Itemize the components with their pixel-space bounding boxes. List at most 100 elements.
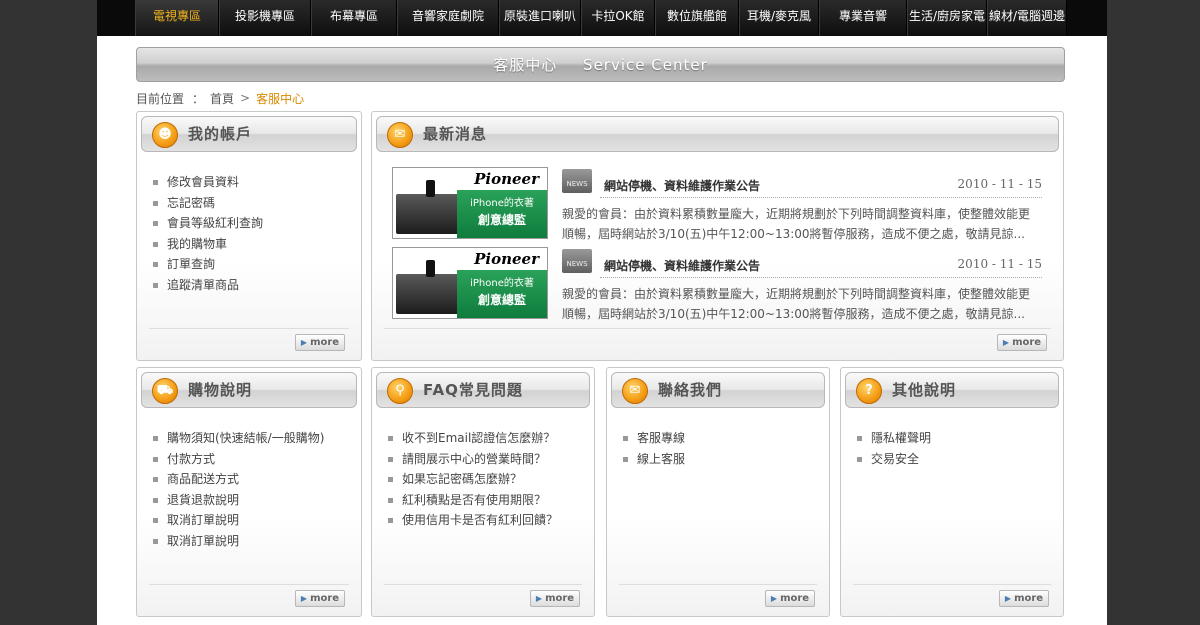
nav-item[interactable]: 原裝進口喇叭 [499,0,581,36]
faq-item-email[interactable]: 收不到Email認證信怎麼辦？ [386,428,558,449]
other-panel-title: 其他說明 [892,381,957,399]
contact-more-button[interactable]: ▶ more [765,590,815,607]
shopping-more-button[interactable]: ▶ more [295,590,345,607]
arrow-right-icon: ▶ [1004,594,1012,603]
other-item-privacy[interactable]: 隱私權聲明 [855,428,931,449]
nav-item[interactable]: 音響家庭劇院 [397,0,499,36]
shopping-item-refund[interactable]: 退貨退款說明 [151,490,324,511]
news-badge-icon: NEWS [562,249,592,273]
shopping-item-cancel-order-2[interactable]: 取消訂單說明 [151,531,324,552]
account-more-button[interactable]: ▶ more [295,334,345,351]
panel-divider [384,328,1051,329]
account-item-forgot-password[interactable]: 忘記密碼 [151,193,263,214]
news-thumbnail[interactable]: Pioneer iPhone的衣著 創意總監 [392,167,548,239]
more-label: more [545,593,575,604]
account-panel-header: ☻ 我的帳戶 [141,116,357,152]
breadcrumb-current: 客服中心 [256,91,305,106]
arrow-right-icon: ▶ [535,594,543,603]
other-panel: ? 其他說明 隱私權聲明 交易安全 ▶ more [840,367,1064,617]
news-badge-icon: NEWS [562,169,592,193]
faq-panel-header: ⚲ FAQ常見問題 [376,372,590,408]
magnifier-icon: ⚲ [387,378,413,404]
faq-more-button[interactable]: ▶ more [530,590,580,607]
faq-item-bonus-expiry[interactable]: 紅利積點是否有使用期限？ [386,490,558,511]
faq-panel: ⚲ FAQ常見問題 收不到Email認證信怎麼辦？ 請問展示中心的營業時間？ 如… [371,367,595,617]
page: 電視專區 投影機專區 布幕專區 音響家庭劇院 原裝進口喇叭 卡拉OK館 數位旗艦館 耳機/麥克… [97,0,1107,625]
shopping-item-payment[interactable]: 付款方式 [151,449,324,470]
account-item-member-level[interactable]: 會員等級紅利查詢 [151,213,263,234]
shopping-list: 購物須知(快速結帳/一般購物) 付款方式 商品配送方式 退貨退款說明 取消訂單說… [151,428,324,551]
top-nav: 電視專區 投影機專區 布幕專區 音響家庭劇院 原裝進口喇叭 卡拉OK館 數位旗艦館 耳機/麥克… [97,0,1107,36]
speaker-dock-image [396,274,466,314]
news-panel: ✉ 最新消息 Pioneer iPhone的衣著 創意總監 NEWS 網站停機、… [371,111,1064,361]
news-body: 親愛的會員：由於資料累積數量龐大，近期將規劃於下列時間調整資料庫，使整體效能更順… [562,207,1031,241]
nav-item[interactable]: 卡拉OK館 [581,0,655,36]
news-date: 2010 - 11 - 15 [957,177,1042,191]
shopping-item-cancel-order[interactable]: 取消訂單說明 [151,510,324,531]
account-item-cart[interactable]: 我的購物車 [151,234,263,255]
news-panel-title: 最新消息 [423,125,488,143]
news-item[interactable]: Pioneer iPhone的衣著 創意總監 NEWS 網站停機、資料維護作業公… [392,167,1042,241]
user-icon: ☻ [152,122,178,148]
faq-panel-title: FAQ常見問題 [423,381,523,399]
nav-item[interactable]: 生活/廚房家電 [907,0,987,36]
promo-label: iPhone的衣著 創意總監 [457,270,547,318]
news-date: 2010 - 11 - 15 [957,257,1042,271]
more-label: more [780,593,810,604]
account-item-order-query[interactable]: 訂單查詢 [151,254,263,275]
contact-panel: ✉ 聯絡我們 客服專線 線上客服 ▶ more [606,367,830,617]
other-item-security[interactable]: 交易安全 [855,449,931,470]
nav-item[interactable]: 數位旗艦館 [655,0,739,36]
news-body: 親愛的會員：由於資料累積數量龐大，近期將規劃於下列時間調整資料庫，使整體效能更順… [562,287,1031,321]
other-list: 隱私權聲明 交易安全 [855,428,931,469]
contact-item-hotline[interactable]: 客服專線 [621,428,685,449]
contact-panel-title: 聯絡我們 [658,381,723,399]
account-panel: ☻ 我的帳戶 修改會員資料 忘記密碼 會員等級紅利查詢 我的購物車 訂單查詢 追… [136,111,362,361]
pioneer-logo: Pioneer [474,170,539,188]
faq-item-password[interactable]: 如果忘記密碼怎麼辦？ [386,469,558,490]
news-thumbnail[interactable]: Pioneer iPhone的衣著 創意總監 [392,247,548,319]
breadcrumb-label: 目前位置 [136,91,185,106]
news-more-button[interactable]: ▶ more [997,334,1047,351]
shopping-item-notice[interactable]: 購物須知(快速結帳/一般購物) [151,428,324,449]
contact-panel-header: ✉ 聯絡我們 [611,372,825,408]
nav-item[interactable]: 投影機專區 [219,0,311,36]
news-title[interactable]: 網站停機、資料維護作業公告 [604,177,760,194]
service-center-banner: 客服中心 Service Center [136,47,1065,82]
other-panel-header: ? 其他說明 [845,372,1059,408]
breadcrumb: 目前位置 ： 首頁 > 客服中心 [136,89,304,107]
nav-item[interactable]: 線材/電腦週邊 [987,0,1067,36]
news-item[interactable]: Pioneer iPhone的衣著 創意總監 NEWS 網站停機、資料維護作業公… [392,247,1042,321]
shopping-panel-title: 購物說明 [188,381,253,399]
contact-list: 客服專線 線上客服 [621,428,685,469]
account-item-watchlist[interactable]: 追蹤清單商品 [151,275,263,296]
nav-item[interactable]: 電視專區 [135,0,219,36]
account-panel-title: 我的帳戶 [188,125,253,143]
shopping-item-delivery[interactable]: 商品配送方式 [151,469,324,490]
breadcrumb-home-link[interactable]: 首頁 [210,90,234,107]
other-more-button[interactable]: ▶ more [999,590,1049,607]
contact-item-online[interactable]: 線上客服 [621,449,685,470]
speaker-dock-image [396,194,466,234]
question-icon: ? [856,378,882,404]
arrow-right-icon: ▶ [300,338,308,347]
faq-list: 收不到Email認證信怎麼辦？ 請問展示中心的營業時間？ 如果忘記密碼怎麼辦？ … [386,428,558,531]
panel-divider [384,584,582,585]
faq-item-hours[interactable]: 請問展示中心的營業時間？ [386,449,558,470]
panel-divider [149,328,349,329]
account-item-edit-profile[interactable]: 修改會員資料 [151,172,263,193]
promo-line-1: iPhone的衣著 [470,278,534,289]
iphone-image [426,260,435,277]
arrow-right-icon: ▶ [300,594,308,603]
promo-label: iPhone的衣著 創意總監 [457,190,547,238]
nav-item[interactable]: 耳機/麥克風 [739,0,819,36]
faq-item-credit-card[interactable]: 使用信用卡是否有紅利回饋？ [386,510,558,531]
promo-line-2: 創意總監 [477,213,526,227]
news-panel-header: ✉ 最新消息 [376,116,1059,152]
news-title[interactable]: 網站停機、資料維護作業公告 [604,257,760,274]
news-divider [600,277,1042,278]
promo-line-1: iPhone的衣著 [470,198,534,209]
account-list: 修改會員資料 忘記密碼 會員等級紅利查詢 我的購物車 訂單查詢 追蹤清單商品 [151,172,263,295]
nav-item[interactable]: 布幕專區 [311,0,397,36]
nav-item[interactable]: 專業音響 [819,0,907,36]
